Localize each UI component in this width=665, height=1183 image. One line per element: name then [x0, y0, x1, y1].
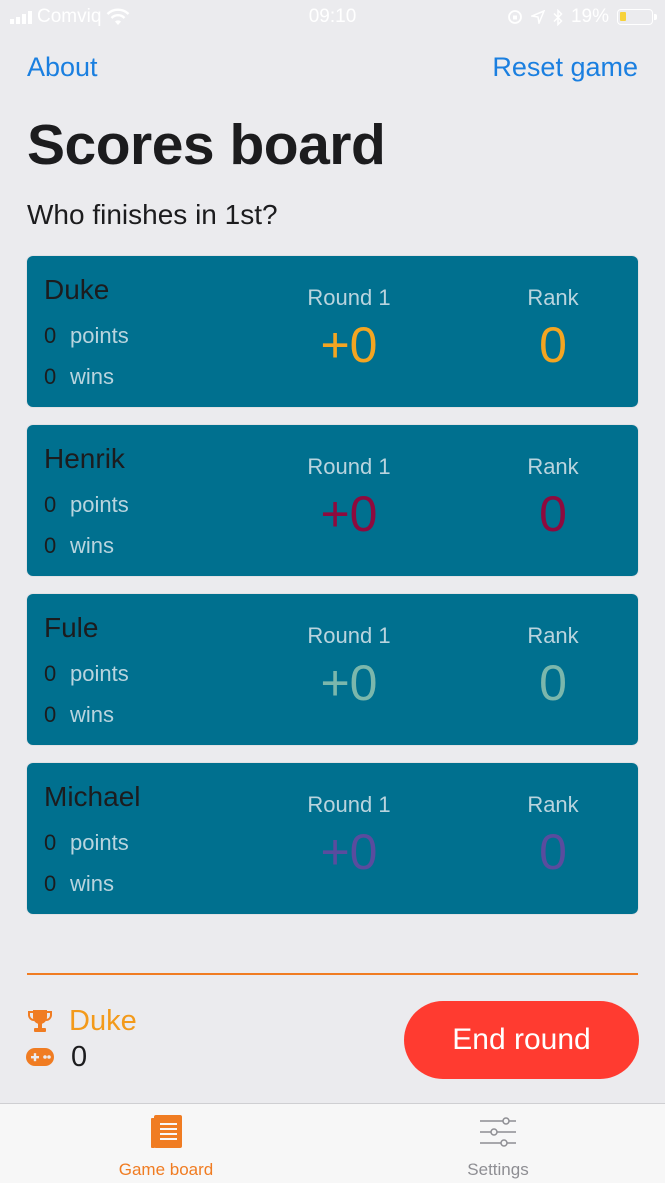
- round-score: +0: [320, 486, 378, 542]
- tab-settings[interactable]: Settings: [398, 1104, 598, 1183]
- wins-value: 0: [44, 364, 57, 389]
- rank-label: Rank: [527, 792, 579, 817]
- wins-row: 0 wins: [44, 364, 114, 390]
- points-value: 0: [44, 661, 57, 686]
- points-label: points: [70, 323, 129, 348]
- status-right: 19%: [507, 6, 657, 28]
- rank-label: Rank: [527, 623, 579, 648]
- page-subtitle: Who finishes in 1st?: [27, 199, 278, 230]
- round-label: Round 1: [307, 285, 391, 310]
- status-bar: Comviq 09:10 19%: [0, 0, 665, 36]
- player-card[interactable]: Duke 0 points 0 wins Round 1 +0 Rank 0: [27, 256, 638, 407]
- end-round-button[interactable]: End round: [404, 1001, 639, 1079]
- player-card[interactable]: Fule 0 points 0 wins Round 1 +0 Rank 0: [27, 594, 638, 745]
- settings-sliders-icon: [480, 1117, 516, 1147]
- rank-value: 0: [539, 486, 567, 542]
- player-card[interactable]: Michael 0 points 0 wins Round 1 +0 Rank 0: [27, 763, 638, 914]
- wins-label: wins: [70, 702, 115, 727]
- player-name: Duke: [44, 274, 110, 305]
- tab-game-board-label: Game board: [118, 1160, 214, 1179]
- round-label: Round 1: [307, 623, 391, 648]
- about-button[interactable]: About: [27, 52, 98, 83]
- points-row: 0 points: [44, 492, 129, 518]
- location-icon: [530, 10, 545, 24]
- player-name: Michael: [44, 781, 141, 812]
- wins-value: 0: [44, 702, 57, 727]
- rank-value: 0: [539, 317, 567, 373]
- player-name: Henrik: [44, 443, 125, 474]
- gamepad-icon: [26, 1048, 54, 1066]
- wins-row: 0 wins: [44, 533, 114, 559]
- wins-label: wins: [70, 533, 115, 558]
- player-name: Fule: [44, 612, 99, 643]
- points-value: 0: [44, 323, 57, 348]
- round-score: +0: [320, 824, 378, 880]
- game-board-icon: [151, 1115, 182, 1148]
- points-label: points: [70, 830, 129, 855]
- points-row: 0 points: [44, 323, 129, 349]
- wins-label: wins: [70, 364, 115, 389]
- tab-game-board[interactable]: Game board: [66, 1104, 266, 1183]
- tab-settings-label: Settings: [467, 1160, 529, 1179]
- bluetooth-icon: [553, 8, 563, 26]
- footer-divider: [27, 973, 638, 975]
- player-card[interactable]: Henrik 0 points 0 wins Round 1 +0 Rank 0: [27, 425, 638, 576]
- battery-percent: 19%: [570, 6, 609, 27]
- points-label: points: [70, 492, 129, 517]
- points-value: 0: [44, 492, 57, 517]
- rank-value: 0: [539, 655, 567, 711]
- tab-bar: Game board Settings: [0, 1103, 665, 1183]
- wins-value: 0: [44, 533, 57, 558]
- wins-value: 0: [44, 871, 57, 896]
- rank-label: Rank: [527, 454, 579, 479]
- round-label: Round 1: [307, 792, 391, 817]
- rank-label: Rank: [527, 285, 579, 310]
- round-label: Round 1: [307, 454, 391, 479]
- rank-value: 0: [539, 824, 567, 880]
- battery-level: [620, 12, 626, 21]
- leader-name: Duke: [69, 1005, 137, 1037]
- wins-row: 0 wins: [44, 702, 114, 728]
- reset-game-button[interactable]: Reset game: [492, 52, 638, 83]
- rounds-played: 0: [71, 1041, 88, 1073]
- points-label: points: [70, 661, 129, 686]
- points-row: 0 points: [44, 830, 129, 856]
- page-title: Scores board: [27, 113, 386, 177]
- wins-row: 0 wins: [44, 871, 114, 897]
- round-score: +0: [320, 655, 378, 711]
- points-value: 0: [44, 830, 57, 855]
- round-score: +0: [320, 317, 378, 373]
- orientation-lock-icon: [508, 10, 522, 24]
- trophy-icon: [28, 1010, 52, 1032]
- wins-label: wins: [70, 871, 115, 896]
- battery-icon: [617, 9, 657, 25]
- points-row: 0 points: [44, 661, 129, 687]
